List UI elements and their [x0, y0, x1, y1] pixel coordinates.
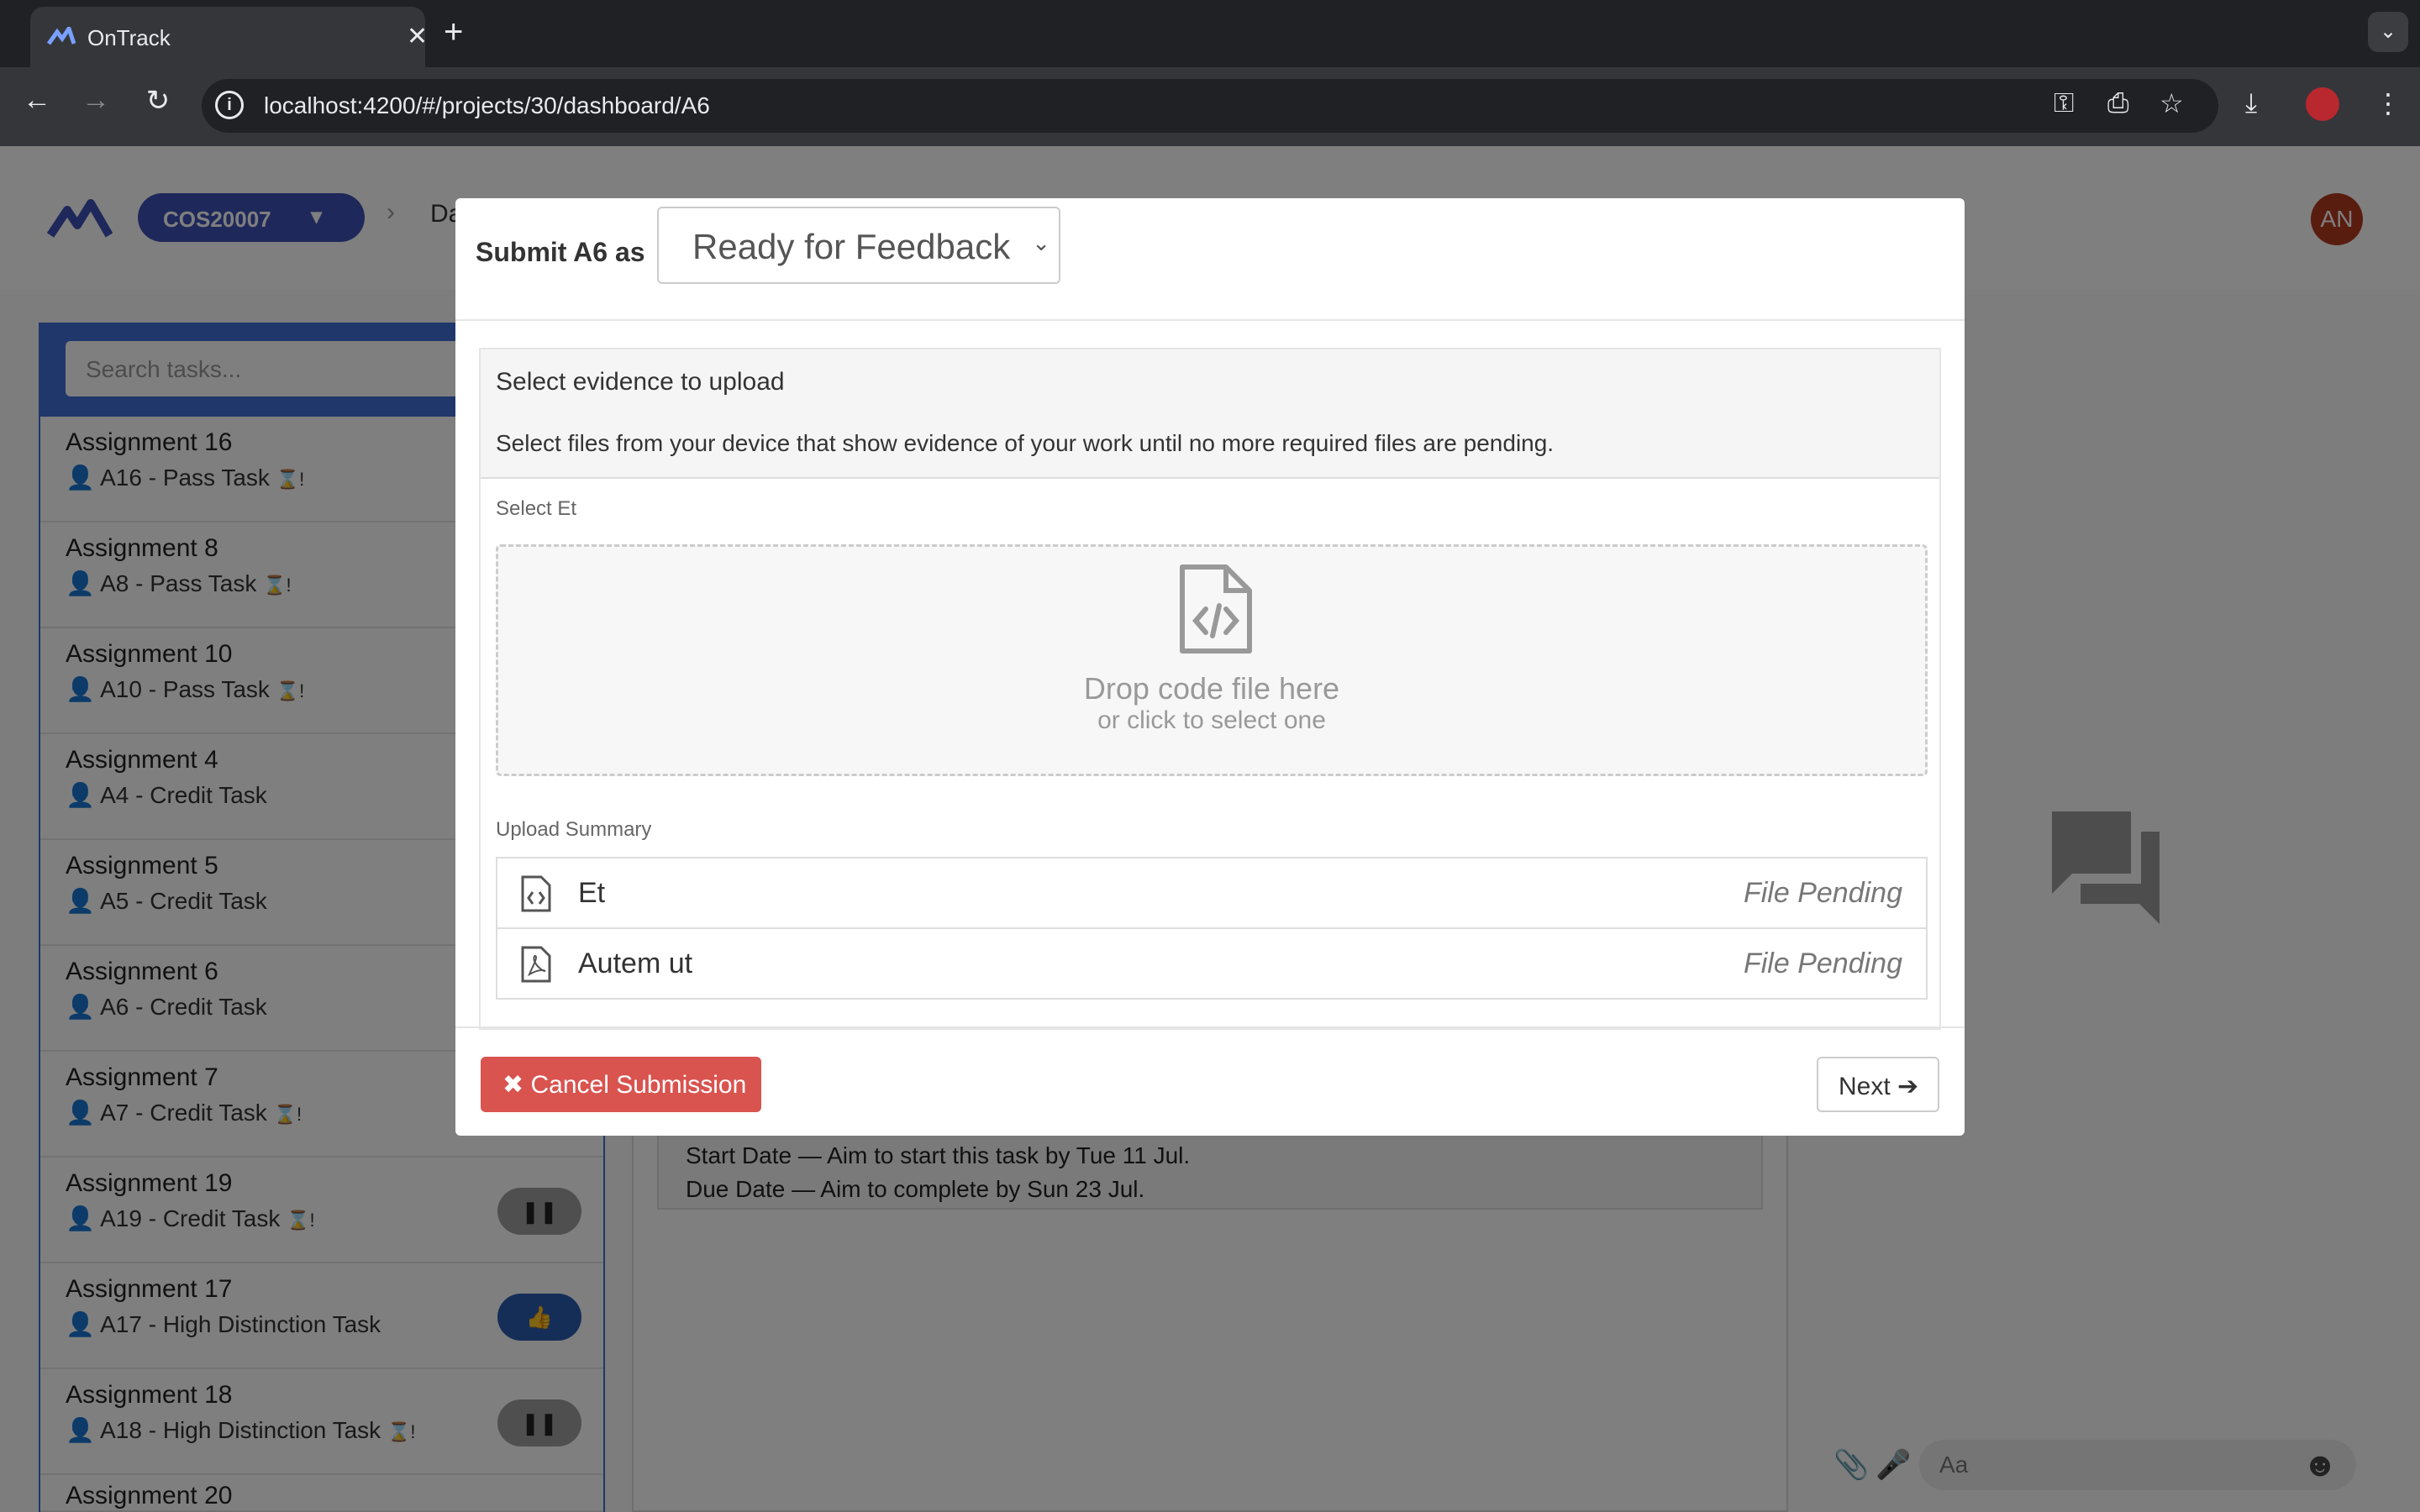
- code-file-icon: [521, 875, 551, 912]
- url-text: localhost:4200/#/projects/30/dashboard/A…: [264, 92, 710, 118]
- select-file-label: Select Et: [496, 497, 577, 520]
- browser-menu-icon[interactable]: ⋮: [2375, 87, 2402, 119]
- close-icon: ✖: [502, 1071, 531, 1099]
- drop-subtitle: or click to select one: [1097, 706, 1326, 734]
- download-icon[interactable]: ⤓: [2245, 87, 2257, 119]
- submit-modal: Submit A6 as Ready for Feedback ⌄ Select…: [455, 198, 1965, 1136]
- file-dropzone[interactable]: Drop code file here or click to select o…: [496, 544, 1928, 776]
- profile-avatar-icon[interactable]: [2306, 87, 2339, 121]
- reload-icon[interactable]: ↻: [138, 84, 178, 118]
- modal-footer: ✖ Cancel Submission Next ➔: [455, 1026, 1965, 1136]
- new-tab-button[interactable]: +: [444, 13, 463, 51]
- status-selected-value: Ready for Feedback: [692, 227, 1011, 266]
- upload-summary-row: Et File Pending: [496, 857, 1928, 929]
- site-info-icon[interactable]: i: [215, 91, 244, 119]
- submit-as-label: Submit A6 as: [476, 237, 645, 267]
- upload-summary-row: Autem ut File Pending: [496, 927, 1928, 1000]
- panel-title: Select evidence to upload: [496, 368, 785, 396]
- back-icon[interactable]: ←: [17, 84, 57, 117]
- drop-title: Drop code file here: [1083, 671, 1340, 706]
- close-tab-icon[interactable]: ✕: [407, 22, 428, 51]
- modal-body: Select evidence to upload Select files f…: [479, 348, 1941, 1030]
- tab-title: OnTrack: [87, 25, 171, 50]
- password-key-icon[interactable]: ⚿: [2054, 87, 2074, 119]
- file-status: File Pending: [1743, 877, 1902, 909]
- arrow-right-icon: ➔: [1890, 1073, 1919, 1100]
- tab-search-icon[interactable]: ⌄: [2368, 12, 2408, 52]
- address-bar[interactable]: i localhost:4200/#/projects/30/dashboard…: [202, 79, 2218, 133]
- chevron-down-icon: ⌄: [1032, 230, 1050, 255]
- evidence-panel-header: Select evidence to upload Select files f…: [481, 349, 1939, 479]
- status-select[interactable]: Ready for Feedback ⌄: [657, 207, 1060, 284]
- ontrack-favicon-icon: [47, 27, 76, 45]
- forward-icon[interactable]: →: [76, 84, 116, 117]
- cancel-submission-button[interactable]: ✖ Cancel Submission: [481, 1057, 761, 1112]
- pdf-file-icon: [521, 946, 551, 983]
- upload-summary-label: Upload Summary: [496, 818, 652, 841]
- bookmark-star-icon[interactable]: ☆: [2160, 87, 2184, 119]
- file-name: Et: [578, 877, 606, 909]
- install-app-icon[interactable]: ⎙: [2107, 87, 2129, 119]
- modal-header: Submit A6 as Ready for Feedback ⌄: [455, 198, 1965, 321]
- file-status: File Pending: [1743, 948, 1902, 979]
- file-name: Autem ut: [578, 948, 693, 979]
- next-button[interactable]: Next ➔: [1817, 1057, 1939, 1112]
- browser-tab[interactable]: OnTrack ✕: [30, 7, 428, 67]
- panel-description: Select files from your device that show …: [496, 430, 1555, 456]
- code-file-icon: [1180, 564, 1252, 654]
